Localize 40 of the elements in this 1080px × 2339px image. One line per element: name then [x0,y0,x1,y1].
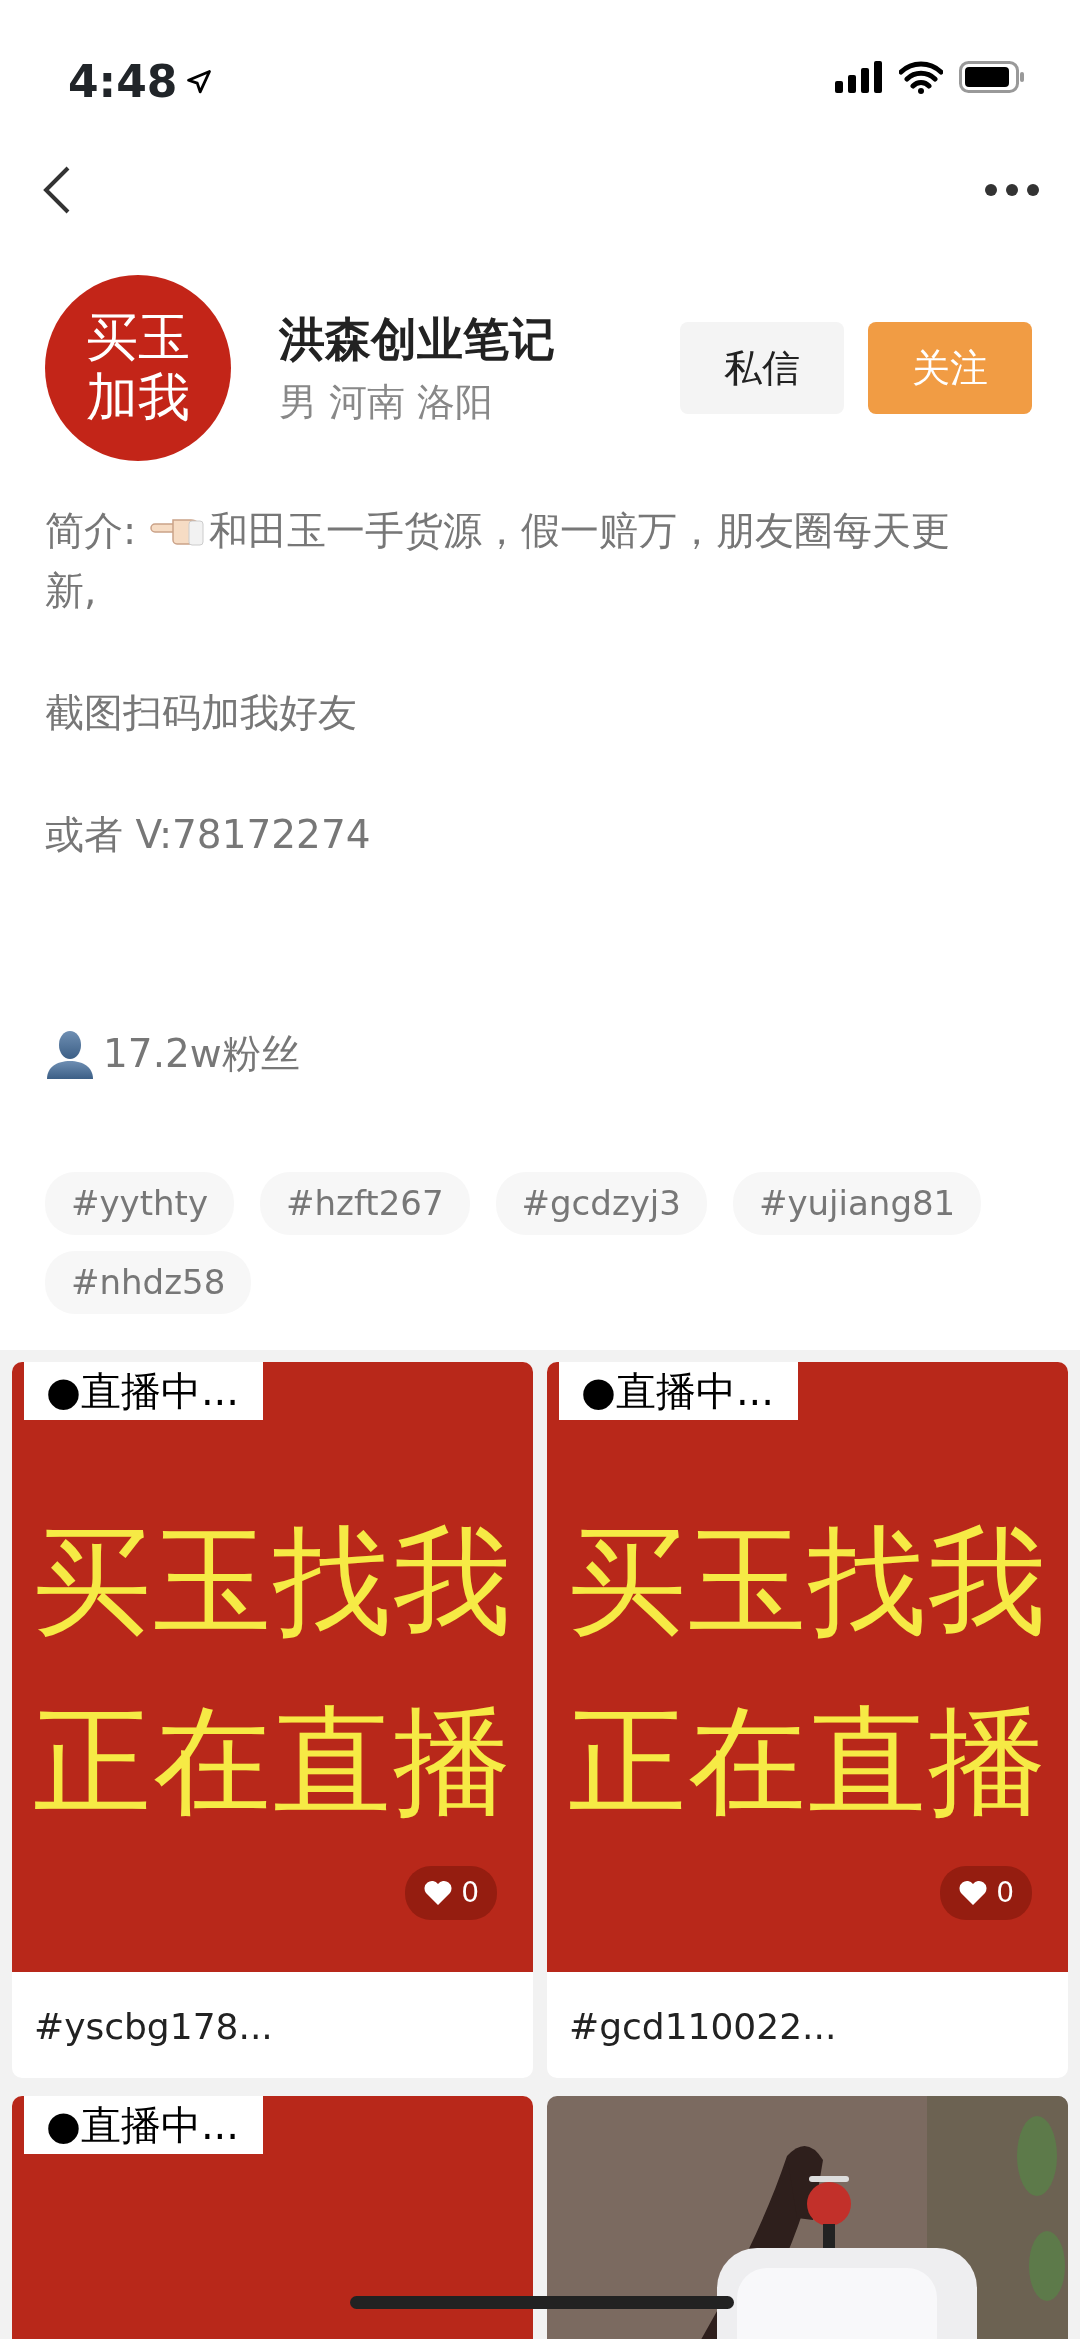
like-number: 0 [461,1874,479,1911]
tag-chip[interactable]: #gcdzyj3 [495,1171,707,1235]
profile-name: 洪森创业笔记 [279,311,556,368]
post-card[interactable]: ●直播中... 买玉找我 正在直播 0 #yscbg178... [12,1361,533,2078]
bio-text: 或者 V:78172274 [45,811,372,859]
profile-location: 男 河南 洛阳 [279,379,495,426]
bio-text: 截图扫码加我好友 [45,689,358,737]
live-label: ●直播中... [24,2095,264,2154]
cover-text: 买玉找我 [566,1521,1049,1640]
post-caption: #gcd110022... [568,2004,838,2049]
tag-chip[interactable]: #yythty [45,1171,235,1235]
message-button[interactable]: 私信 [680,322,844,414]
location-arrow-icon [185,68,214,96]
bio-label: 简介: [45,508,138,553]
tag-chip[interactable]: #yujiang81 [732,1171,982,1235]
like-number: 0 [996,1874,1014,1911]
heart-icon [958,1879,989,1906]
tag-chip[interactable]: #hzft267 [260,1171,470,1235]
heart-icon [423,1879,454,1906]
status-time: 4:48 [68,60,178,104]
follow-button[interactable]: 关注 [868,322,1032,414]
live-label: ●直播中... [559,1361,799,1420]
post-caption: #yscbg178... [33,2004,274,2049]
cover-text: 买玉找我 [31,1521,514,1640]
avatar-text: 买玉 [86,308,190,368]
follower-count: 17.2w粉丝 [103,1030,300,1078]
person-icon [45,1029,95,1080]
more-icon[interactable] [984,183,1040,197]
signal-icon [835,61,883,93]
post-card[interactable]: ●直播中... 买玉找我 正在直播 0 #gcd110022... [547,1361,1068,2078]
avatar-text: 加我 [86,368,190,428]
live-label: ●直播中... [24,1361,264,1420]
bio-text: 新, [45,567,98,615]
cover-text: 正在直播 [31,1701,514,1820]
post-card[interactable]: ●直播中... [12,2095,533,2339]
battery-icon [959,61,1025,93]
cover-text: 正在直播 [566,1701,1049,1820]
bio-text: 和田玉一手货源，假一赔万，朋友圈每天更 [208,508,950,553]
tag-chip[interactable]: #nhdz58 [45,1250,252,1314]
wifi-icon [899,60,943,94]
